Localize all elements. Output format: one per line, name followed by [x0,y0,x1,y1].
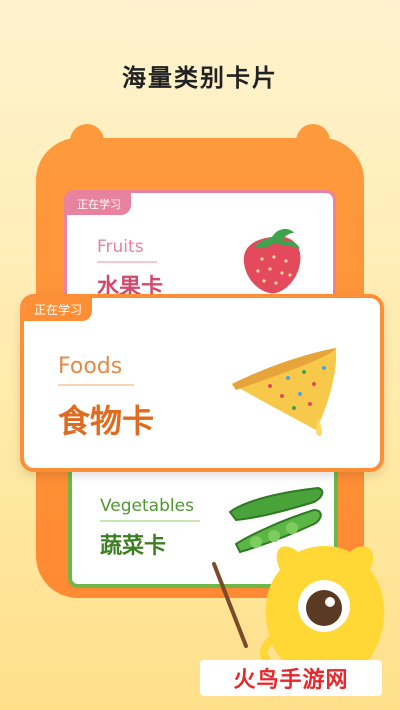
frame-ear-right [296,124,330,158]
page-title: 海量类别卡片 [122,64,278,92]
food-label-underline [58,384,134,386]
frame-ear-left [70,124,104,158]
vegetable-label-underline [100,520,200,522]
vegetable-chinese-label: 蔬菜卡 [100,534,167,559]
mascot-icon [259,546,385,675]
fruit-label-underline [97,261,157,263]
learning-tag: 正在学习 [67,193,131,215]
strawberry-icon [243,228,301,294]
pointer-stick-icon [212,562,248,648]
watermark-text: 火鸟手游网 [233,667,349,692]
learning-tag: 正在学习 [24,298,93,321]
vegetable-english-label: Vegetables [100,496,194,516]
fruit-english-label: Fruits [97,237,144,257]
pizza-slice-icon [232,348,337,437]
watermark-logo: 火鸟手游网 [200,660,382,696]
food-chinese-label: 食物卡 [58,402,155,440]
food-card[interactable]: 正在学习 Foods 食物卡 [20,294,384,472]
food-english-label: Foods [58,354,123,379]
